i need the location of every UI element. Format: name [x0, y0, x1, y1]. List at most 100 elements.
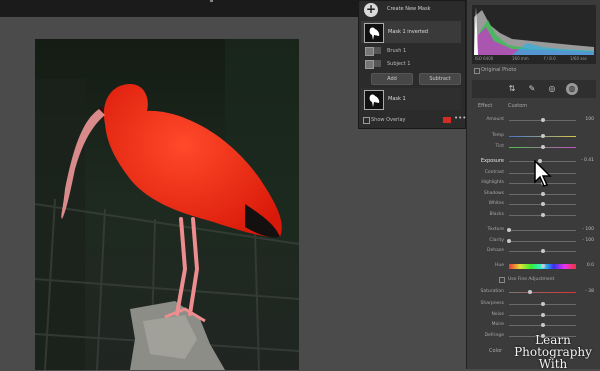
- slider-row: Texture - 100: [472, 227, 596, 234]
- slider-row: Blacks: [472, 212, 596, 219]
- original-photo-checkbox[interactable]: [474, 68, 480, 74]
- mask-component-subject[interactable]: Subject 1: [361, 58, 461, 69]
- slider-track[interactable]: [509, 292, 576, 293]
- show-overlay-checkbox[interactable]: [363, 117, 370, 124]
- slider-row: Amount 100: [472, 117, 596, 124]
- camera-readout: ISO 6400 160 mm f / 8.0 1/60 sec: [472, 56, 596, 62]
- slider-thumb[interactable]: [527, 290, 532, 294]
- slider-row: Whites: [472, 201, 596, 208]
- histogram-graph: [474, 7, 594, 55]
- color-label: Color: [489, 348, 503, 354]
- slider-label: Defringe: [484, 333, 504, 338]
- component-label: Brush 1: [387, 48, 407, 54]
- slider-thumb[interactable]: [507, 228, 511, 232]
- slider-row: Shadows: [472, 191, 596, 198]
- slider-label: Texture: [487, 227, 504, 232]
- component-label: Subject 1: [387, 61, 411, 67]
- slider-thumb[interactable]: [540, 145, 545, 149]
- create-new-mask-label: Create New Mask: [387, 6, 431, 12]
- create-new-mask-button[interactable]: + Create New Mask: [359, 1, 465, 19]
- slider-thumb[interactable]: [540, 302, 545, 306]
- iso-readout: ISO 6400: [475, 56, 494, 61]
- effect-row: Effect Custom: [472, 103, 596, 111]
- more-options-icon[interactable]: •••: [454, 114, 466, 122]
- slider-label: Blacks: [489, 212, 504, 217]
- slider-label: Moire: [491, 322, 504, 327]
- slider-label: Clarity: [489, 238, 504, 243]
- slider-label: Amount: [486, 117, 504, 122]
- slider-thumb[interactable]: [540, 264, 545, 268]
- brush-icon: [374, 47, 381, 54]
- slider-row: Saturation - 38: [472, 289, 596, 296]
- slider-value[interactable]: - 100: [582, 238, 594, 243]
- slider-thumb[interactable]: [540, 323, 545, 327]
- mask-name: Mask 1: [388, 96, 406, 102]
- mask-item-inverted[interactable]: Mask 1 inverted: [361, 21, 461, 43]
- brush-mask-thumbnail: [365, 47, 374, 56]
- slider-value[interactable]: - 38: [585, 289, 594, 294]
- slider-value[interactable]: - 0.41: [581, 158, 594, 163]
- overlay-color-swatch[interactable]: [443, 117, 451, 123]
- slider-label: Temp: [492, 133, 504, 138]
- original-photo-label: Original Photo: [481, 67, 517, 73]
- subject-mask-thumbnail: [365, 60, 374, 69]
- slider-label: Hue: [494, 263, 504, 268]
- mouse-cursor-icon: [534, 160, 552, 187]
- histogram: ISO 6400 160 mm f / 8.0 1/60 sec: [472, 5, 596, 64]
- slider-value[interactable]: - 100: [582, 227, 594, 232]
- show-overlay-row: Show Overlay •••: [359, 114, 466, 127]
- slider-label: Sharpness: [480, 301, 504, 306]
- mask-thumbnail: [364, 90, 384, 110]
- slider-thumb[interactable]: [540, 313, 545, 317]
- slider-row: Tint: [472, 144, 596, 151]
- mask-thumbnail: [364, 23, 384, 43]
- person-icon: [374, 60, 381, 67]
- fine-adjustment-checkbox[interactable]: [499, 277, 505, 283]
- slider-thumb[interactable]: [540, 134, 545, 138]
- slider-label: Highlights: [481, 180, 504, 185]
- slider-row: Moire: [472, 322, 596, 329]
- red-eye-icon[interactable]: ◎: [546, 83, 558, 95]
- mask-panel: + Create New Mask Mask 1 inverted Brush …: [358, 0, 466, 129]
- watermark-line: With: [538, 357, 568, 371]
- slider-label: Exposure: [480, 158, 504, 164]
- slider-value[interactable]: 100: [585, 117, 594, 122]
- subtract-label: Subtract: [429, 76, 451, 82]
- slider-thumb[interactable]: [540, 213, 545, 217]
- add-button[interactable]: Add: [371, 73, 413, 85]
- add-icon[interactable]: +: [364, 3, 378, 17]
- slider-thumb[interactable]: [540, 118, 545, 122]
- slider-thumb[interactable]: [540, 249, 545, 253]
- mask-component-brush[interactable]: Brush 1: [361, 45, 461, 56]
- masking-icon[interactable]: ◍: [566, 83, 578, 95]
- slider-row: Clarity - 100: [472, 238, 596, 245]
- aperture-readout: f / 8.0: [544, 56, 556, 61]
- show-overlay-label: Show Overlay: [371, 117, 406, 123]
- slider-label: Dehaze: [487, 248, 504, 253]
- slider-track[interactable]: [509, 230, 576, 231]
- slider-row: Noise: [472, 312, 596, 319]
- slider-thumb[interactable]: [540, 192, 545, 196]
- tool-strip: ⇅ ✎ ◎ ◍: [472, 80, 596, 98]
- slider-thumb[interactable]: [540, 202, 545, 206]
- slider-thumb[interactable]: [507, 239, 511, 243]
- slider-label: Tint: [495, 144, 504, 149]
- effect-preset-dropdown[interactable]: Custom: [508, 103, 527, 109]
- edit-sliders-icon[interactable]: ⇅: [506, 83, 518, 95]
- scarlet-ibis-photo: [35, 39, 299, 370]
- healing-icon[interactable]: ✎: [526, 83, 538, 95]
- mask-name: Mask 1 inverted: [388, 29, 429, 35]
- top-bar-marker: [210, 0, 213, 2]
- fine-adjustment-row: Use Fine Adjustment: [472, 276, 596, 284]
- slider-label: Saturation: [480, 289, 504, 294]
- original-photo-row: Original Photo: [472, 66, 596, 75]
- slider-row: Dehaze: [472, 248, 596, 255]
- slider-row: Hue 0.0: [472, 263, 596, 270]
- slider-value[interactable]: 0.0: [587, 263, 594, 268]
- add-label: Add: [387, 76, 397, 82]
- subtract-button[interactable]: Subtract: [419, 73, 461, 85]
- slider-label: Contrast: [484, 170, 504, 175]
- slider-track[interactable]: [509, 241, 576, 242]
- mask-item[interactable]: Mask 1: [361, 88, 461, 110]
- effect-label: Effect: [478, 103, 493, 109]
